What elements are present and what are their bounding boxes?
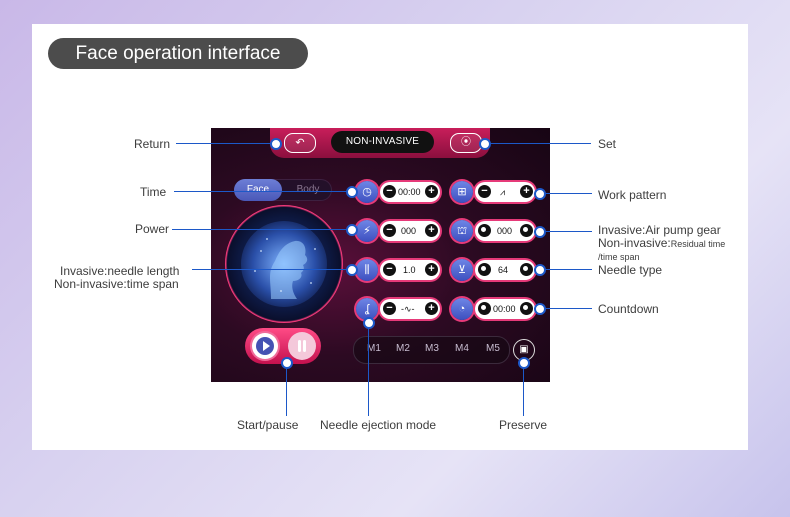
line-start-pause: [286, 364, 287, 416]
pump-up-button[interactable]: [520, 224, 533, 237]
needle-length-minus-button[interactable]: −: [383, 263, 396, 276]
tab-body[interactable]: Body: [284, 179, 332, 201]
line-preserve: [523, 362, 524, 416]
needle-type-down-button[interactable]: [478, 263, 491, 276]
power-minus-button[interactable]: −: [383, 224, 396, 237]
pattern-value: ⩘: [500, 187, 506, 197]
pattern-plus-button[interactable]: +: [520, 185, 533, 198]
memory-slot-m1[interactable]: M1: [367, 336, 381, 362]
needle-length-value: 1.0: [403, 265, 416, 275]
memory-slot-m4[interactable]: M4: [455, 336, 469, 362]
label-return: Return: [134, 137, 171, 151]
label-air-pump-residual: Residual time: [670, 239, 726, 249]
label-countdown: Countdown: [598, 302, 659, 316]
dot-time: [346, 186, 358, 198]
tab-face[interactable]: Face: [234, 179, 282, 201]
dot-start-pause: [281, 357, 293, 369]
label-needle-type: Needle type: [598, 263, 663, 277]
ejection-minus-button[interactable]: −: [383, 302, 396, 315]
line-return: [176, 143, 276, 144]
time-plus-button[interactable]: +: [425, 185, 438, 198]
countdown-down-button[interactable]: [478, 302, 491, 315]
dot-ejection: [363, 317, 375, 329]
power-plus-button[interactable]: +: [425, 224, 438, 237]
dot-work-pattern: [534, 188, 546, 200]
dot-preserve: [518, 357, 530, 369]
countdown-value: 00:00: [493, 304, 516, 314]
label-air-pump-timespan: /time span: [598, 252, 640, 262]
label-needle-ejection: Needle ejection mode: [320, 418, 437, 432]
clock-icon: ◷: [356, 181, 378, 203]
dot-air-pump: [534, 226, 546, 238]
memory-slot-m3[interactable]: M3: [425, 336, 439, 362]
countdown-up-button[interactable]: [520, 302, 533, 315]
ejection-plus-button[interactable]: +: [425, 302, 438, 315]
line-time: [174, 191, 354, 192]
label-power: Power: [135, 222, 170, 236]
label-preserve: Preserve: [499, 418, 548, 432]
pause-button[interactable]: [288, 332, 316, 360]
memory-slot-m2[interactable]: M2: [396, 336, 410, 362]
line-set: [485, 143, 591, 144]
dot-power: [346, 224, 358, 236]
needle-type-icon: ⊻: [451, 259, 473, 281]
label-air-pump-invasive: Invasive:Air pump gear: [598, 223, 721, 237]
dot-set: [479, 138, 491, 150]
face-illustration: [241, 221, 327, 307]
label-needle-length-invasive: Invasive:needle length: [60, 264, 180, 278]
play-icon: [263, 341, 270, 351]
needle-type-up-button[interactable]: [520, 263, 533, 276]
label-air-pump-noninvasive: Non-invasive:Residual time: [598, 236, 725, 251]
line-ejection: [368, 322, 369, 416]
pump-down-button[interactable]: [478, 224, 491, 237]
dot-needle-length: [346, 264, 358, 276]
time-value: 00:00: [398, 187, 421, 197]
dot-return: [270, 138, 282, 150]
line-power: [172, 229, 354, 230]
lightning-icon: ⚡: [356, 220, 378, 242]
settings-button[interactable]: ⦿: [450, 133, 482, 153]
needle-type-value: 64: [498, 265, 509, 275]
label-start-pause: Start/pause: [237, 418, 299, 432]
dot-needle-type: [534, 264, 546, 276]
line-needle-length: [192, 269, 354, 270]
pump-value: 000: [497, 226, 513, 236]
grid-icon: ⊞: [451, 181, 473, 203]
pump-icon: ⛫: [451, 220, 473, 242]
memory-slot-m5[interactable]: M5: [486, 336, 500, 362]
needle-length-plus-button[interactable]: +: [425, 263, 438, 276]
pattern-minus-button[interactable]: −: [478, 185, 491, 198]
mode-indicator[interactable]: NON-INVASIVE: [331, 131, 434, 153]
time-minus-button[interactable]: −: [383, 185, 396, 198]
timer-icon: ◔: [451, 298, 473, 320]
label-time: Time: [140, 185, 167, 199]
label-needle-length-noninvasive: Non-invasive:time span: [54, 277, 179, 291]
ejection-value: -∿-: [401, 304, 415, 314]
page-title: Face operation interface: [48, 38, 308, 69]
label-work-pattern: Work pattern: [598, 188, 667, 202]
dot-countdown: [534, 303, 546, 315]
needle-icon: ⫼: [356, 259, 378, 281]
label-set: Set: [598, 137, 617, 151]
power-value: 000: [401, 226, 417, 236]
return-button[interactable]: ↶: [284, 133, 316, 153]
label-air-pump-noninvasive-prefix: Non-invasive:: [598, 236, 671, 250]
